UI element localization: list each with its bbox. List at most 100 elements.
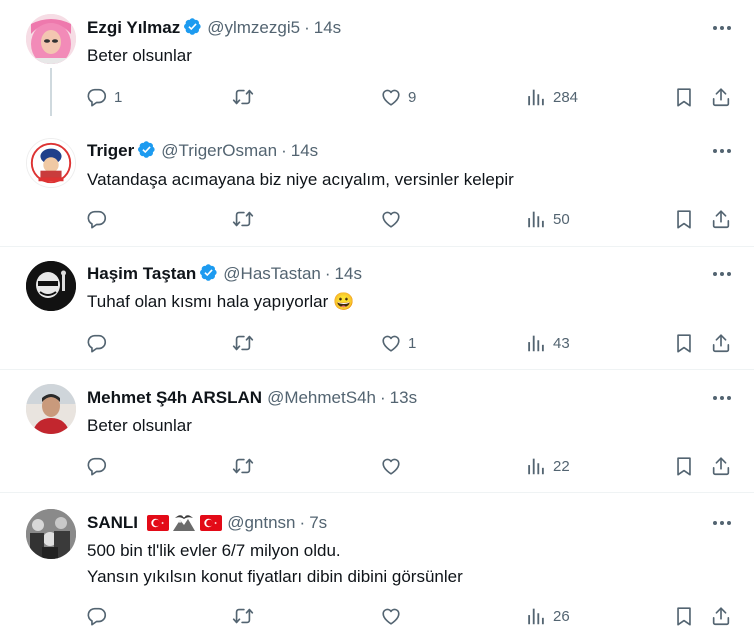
share-icon bbox=[710, 332, 732, 354]
views-button[interactable]: 284 bbox=[525, 85, 578, 109]
retweet-icon bbox=[232, 605, 254, 627]
more-icon[interactable] bbox=[710, 16, 734, 40]
timestamp[interactable]: 14s bbox=[291, 141, 318, 160]
tweet-header: Ezgi Yılmaz @ylmzezgi5 · 14s bbox=[87, 16, 341, 40]
avatar[interactable] bbox=[26, 509, 76, 559]
bookmark-icon bbox=[673, 86, 695, 108]
bookmark-button[interactable] bbox=[673, 454, 695, 478]
display-name[interactable]: Haşim Taştan bbox=[87, 264, 196, 283]
views-button[interactable]: 26 bbox=[525, 604, 570, 628]
retweet-button[interactable] bbox=[232, 207, 254, 231]
bookmark-button[interactable] bbox=[673, 207, 695, 231]
tweet-text: Beter olsunlar bbox=[87, 416, 192, 435]
display-name[interactable]: Mehmet Ş4h ARSLAN bbox=[87, 388, 262, 407]
retweet-icon bbox=[232, 208, 254, 230]
reply-button[interactable] bbox=[86, 331, 114, 355]
views-button[interactable]: 43 bbox=[525, 331, 570, 355]
retweet-icon bbox=[232, 332, 254, 354]
tweet-header: SANLI @gntnsn · 7s bbox=[87, 511, 327, 535]
views-button[interactable]: 22 bbox=[525, 454, 570, 478]
reply-button[interactable] bbox=[86, 454, 114, 478]
like-icon bbox=[380, 605, 402, 627]
avatar[interactable] bbox=[26, 138, 76, 188]
share-icon bbox=[710, 605, 732, 627]
views-icon bbox=[525, 86, 547, 108]
reply-button[interactable]: 1 bbox=[86, 85, 122, 109]
handle[interactable]: @ylmzezgi5 bbox=[207, 18, 300, 37]
view-count: 22 bbox=[553, 457, 570, 475]
verified-badge-icon bbox=[183, 17, 202, 36]
action-bar: 1 43 bbox=[0, 331, 754, 355]
bookmark-icon bbox=[673, 332, 695, 354]
avatar[interactable] bbox=[26, 261, 76, 311]
share-button[interactable] bbox=[710, 604, 732, 628]
reply-button[interactable] bbox=[86, 604, 114, 628]
tweet-text: 500 bin tl'lik evler 6/7 milyon oldu. Ya… bbox=[87, 541, 463, 586]
more-icon[interactable] bbox=[710, 386, 734, 410]
display-name[interactable]: Triger bbox=[87, 141, 134, 160]
tweet-text: Beter olsunlar bbox=[87, 46, 192, 65]
views-icon bbox=[525, 208, 547, 230]
display-name[interactable]: Ezgi Yılmaz bbox=[87, 18, 180, 37]
bookmark-button[interactable] bbox=[673, 331, 695, 355]
separator: · bbox=[324, 264, 331, 283]
like-button[interactable]: 9 bbox=[380, 85, 416, 109]
views-button[interactable]: 50 bbox=[525, 207, 570, 231]
handle[interactable]: @TrigerOsman bbox=[161, 141, 277, 160]
bookmark-button[interactable] bbox=[673, 85, 695, 109]
like-icon bbox=[380, 332, 402, 354]
tweet-text: Vatandaşa acımayana biz niye acıyalım, v… bbox=[87, 170, 514, 189]
like-button[interactable] bbox=[380, 207, 408, 231]
display-name[interactable]: SANLI bbox=[87, 513, 138, 532]
like-button[interactable] bbox=[380, 604, 408, 628]
separator: · bbox=[299, 513, 306, 532]
bookmark-icon bbox=[673, 605, 695, 627]
retweet-button[interactable] bbox=[232, 331, 254, 355]
action-bar: 1 9 284 bbox=[0, 85, 754, 109]
views-icon bbox=[525, 332, 547, 354]
retweet-button[interactable] bbox=[232, 454, 254, 478]
verified-badge-icon bbox=[199, 263, 218, 282]
like-count: 9 bbox=[408, 88, 417, 106]
separator: · bbox=[304, 18, 310, 37]
tweet-feed: Ezgi Yılmaz @ylmzezgi5 · 14s Beter olsunlar… bbox=[0, 0, 754, 640]
view-count: 50 bbox=[553, 210, 570, 228]
timestamp[interactable]: 14s bbox=[314, 18, 341, 37]
reply-icon bbox=[86, 455, 108, 477]
handle[interactable]: @HasTastan bbox=[223, 264, 321, 283]
avatar[interactable] bbox=[26, 384, 76, 434]
share-button[interactable] bbox=[710, 331, 732, 355]
view-count: 26 bbox=[553, 607, 570, 625]
avatar[interactable] bbox=[26, 14, 76, 64]
like-count: 1 bbox=[408, 334, 417, 352]
timestamp[interactable]: 13s bbox=[390, 388, 417, 407]
tweet[interactable]: Haşim Taştan @HasTastan · 14s Tuhaf olan kı… bbox=[0, 247, 754, 370]
share-button[interactable] bbox=[710, 454, 732, 478]
timestamp[interactable]: 7s bbox=[309, 513, 327, 532]
tweet[interactable]: Mehmet Ş4h ARSLAN @MehmetS4h · 13s Beter ol… bbox=[0, 370, 754, 493]
bookmark-icon bbox=[673, 208, 695, 230]
share-button[interactable] bbox=[710, 85, 732, 109]
action-bar: 50 bbox=[0, 207, 754, 231]
tweet[interactable]: Ezgi Yılmaz @ylmzezgi5 · 14s Beter olsunlar… bbox=[0, 0, 754, 124]
tweet[interactable]: SANLI @gntnsn · 7s 500 bin tl'lik evler 6/… bbox=[0, 493, 754, 640]
timestamp[interactable]: 14s bbox=[335, 264, 362, 283]
more-icon[interactable] bbox=[710, 139, 734, 163]
handle[interactable]: @gntnsn bbox=[227, 513, 295, 532]
bookmark-icon bbox=[673, 455, 695, 477]
like-button[interactable] bbox=[380, 454, 408, 478]
tweet-text: Tuhaf olan kısmı hala yapıyorlar 😀 bbox=[87, 292, 355, 311]
like-button[interactable]: 1 bbox=[380, 331, 416, 355]
reply-button[interactable] bbox=[86, 207, 114, 231]
share-icon bbox=[710, 208, 732, 230]
handle[interactable]: @MehmetS4h bbox=[267, 388, 376, 407]
tweet[interactable]: Triger @TrigerOsman · 14s Vatandaşa acımaya… bbox=[0, 124, 754, 247]
more-icon[interactable] bbox=[710, 511, 734, 535]
more-icon[interactable] bbox=[710, 262, 734, 286]
view-count: 284 bbox=[553, 88, 579, 106]
reply-icon bbox=[86, 605, 108, 627]
retweet-button[interactable] bbox=[232, 85, 254, 109]
share-button[interactable] bbox=[710, 207, 732, 231]
bookmark-button[interactable] bbox=[673, 604, 695, 628]
retweet-button[interactable] bbox=[232, 604, 254, 628]
